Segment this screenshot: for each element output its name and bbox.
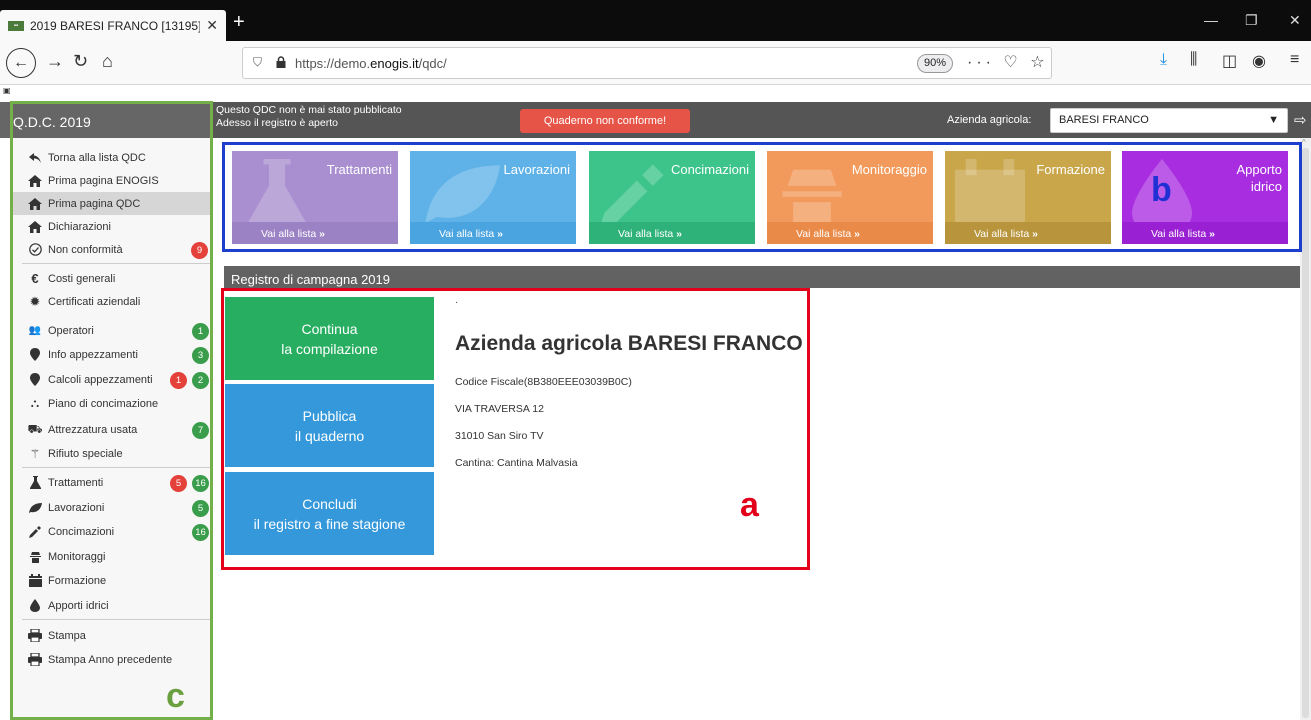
library-icon[interactable]: ⫼ [1190,51,1197,69]
app-root: ▪▪ 2019 BARESI FRANCO [13195] - ✕ + — ❐ … [0,0,1311,720]
annotation-box-b [222,142,1302,252]
browser-nav-bar: ← → ↻ ⌂ ⛉ https://demo.enogis.it/qdc/ 90… [0,41,1311,85]
non-compliant-badge[interactable]: Quaderno non conforme! [520,109,690,133]
annotation-label-c: c [166,677,185,715]
annotation-box-a [221,288,810,570]
company-select[interactable]: BARESI FRANCO ▼ [1050,108,1288,133]
small-logo-icon: ▣ [3,86,11,95]
scroll-up-icon[interactable]: ^ [1302,138,1306,147]
browser-tab-bar: ▪▪ 2019 BARESI FRANCO [13195] - ✕ + — ❐ … [0,0,1311,41]
minimize-icon[interactable]: — [1204,12,1218,28]
browser-tab[interactable]: ▪▪ 2019 BARESI FRANCO [13195] - ✕ [0,10,226,41]
forward-icon[interactable]: → [46,51,64,72]
lock-icon [276,56,286,68]
annotation-label-a: a [740,486,759,524]
status-message: Questo QDC non è mai stato pubblicato Ad… [216,104,402,129]
reload-icon[interactable]: ↻ [73,51,88,72]
sidebar-toggle-icon[interactable]: ◫ [1222,51,1237,71]
close-tab-icon[interactable]: ✕ [206,17,218,34]
chevron-down-icon: ▼ [1268,114,1279,126]
scroll-thumb[interactable] [1302,148,1309,718]
favicon-icon: ▪▪ [8,20,24,31]
shield-icon: ⛉ [253,55,263,69]
back-button[interactable]: ← [6,48,36,78]
company-label: Azienda agricola: [947,114,1032,126]
tab-title: 2019 BARESI FRANCO [13195] - [30,18,201,33]
download-icon[interactable]: ⤓ [1160,51,1167,69]
menu-icon[interactable]: ≡ [1290,51,1299,69]
annotation-box-c [10,101,213,720]
register-header: Registro di campagna 2019 [224,266,1300,288]
annotation-label-b: b [1151,171,1172,209]
account-icon[interactable]: ◉ [1252,51,1266,71]
new-tab-button[interactable]: + [233,11,245,34]
home-nav-icon[interactable]: ⌂ [102,51,113,72]
restore-icon[interactable]: ❐ [1245,12,1258,29]
url-text: https://demo.enogis.it/qdc/ [295,56,447,71]
page-top-strip: ▣ [0,85,1311,97]
close-window-icon[interactable]: ✕ [1289,12,1301,29]
logout-icon[interactable]: ⇨ [1294,111,1307,129]
url-bar[interactable]: ⛉ https://demo.enogis.it/qdc/ 90% ··· ♡ … [242,47,1052,79]
page-actions-icon[interactable]: ··· ♡ ☆ [967,52,1049,72]
zoom-level[interactable]: 90% [917,54,953,73]
